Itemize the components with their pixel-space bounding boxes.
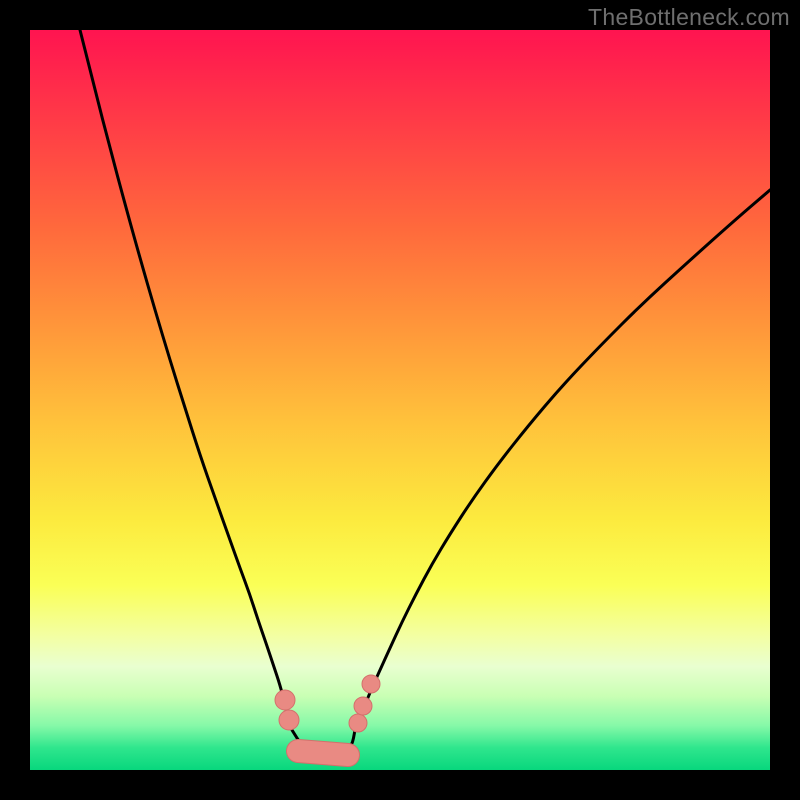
marker-dot <box>349 714 367 732</box>
marker-dot <box>275 690 295 710</box>
marker-capsule <box>298 751 348 755</box>
marker-dot <box>362 675 380 693</box>
curve-layer <box>30 30 770 770</box>
watermark-text: TheBottleneck.com <box>588 4 790 31</box>
bottleneck-curve <box>80 30 770 759</box>
outer-frame: TheBottleneck.com <box>0 0 800 800</box>
marker-dot <box>279 710 299 730</box>
plot-area <box>30 30 770 770</box>
marker-dot <box>354 697 372 715</box>
